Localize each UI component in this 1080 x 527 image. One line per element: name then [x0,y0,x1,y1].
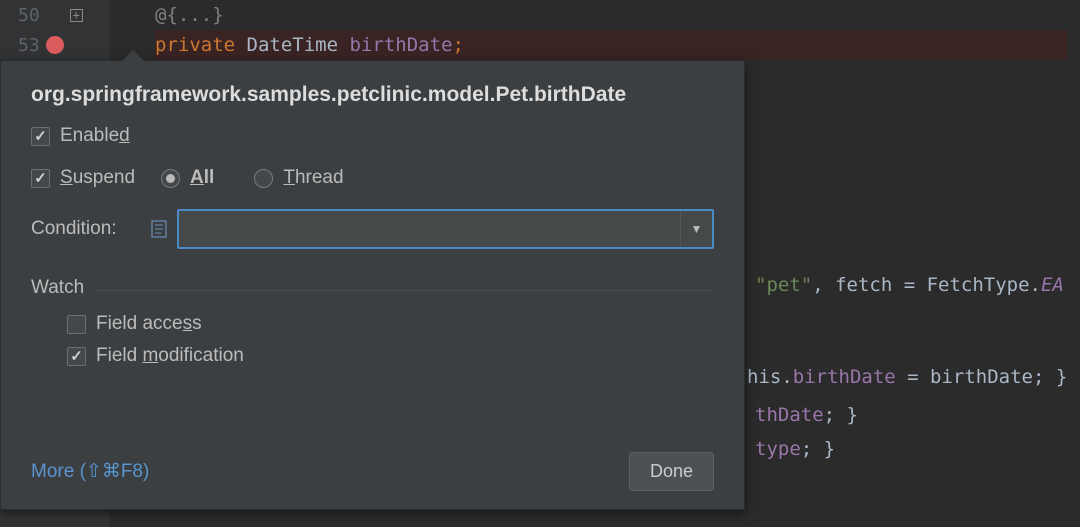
popup-footer: More (⇧⌘F8) Done [31,452,714,491]
condition-input[interactable] [179,211,680,247]
code-text: , fetch = FetchType. [812,274,1041,296]
done-button[interactable]: Done [629,452,714,491]
condition-label: Condition: [31,218,151,240]
code-text: ; } [824,404,858,426]
code-line-53: private DateTime birthDate; [155,30,1067,60]
condition-dropdown[interactable]: ▼ [680,211,712,247]
field-access-checkbox[interactable] [67,315,86,334]
identifier: birthDate [350,34,453,56]
breakpoint-popup: org.springframework.samples.petclinic.mo… [0,60,745,510]
field-modification-row: Field modification [31,345,714,367]
line-number: 50 [18,5,40,26]
enabled-checkbox[interactable] [31,127,50,146]
breakpoint-icon[interactable] [46,36,64,54]
suspend-radio-group: All Thread [161,167,344,189]
string-literal: "pet" [755,274,812,296]
field-access-label[interactable]: Field access [96,313,202,335]
field-modification-checkbox[interactable] [67,347,86,366]
folded-region[interactable]: @{...} [155,4,224,26]
mnemonic: d [119,125,130,146]
label-text: Field acce [96,313,183,334]
watch-title: Watch [31,277,714,299]
constant: EA [1041,274,1064,296]
gutter-line-53[interactable]: 53 [0,30,110,60]
label-text: ll [204,167,215,188]
gutter-line-50: 50 + [0,0,110,30]
mnemonic: m [142,345,158,366]
radio-thread-input[interactable] [254,169,273,188]
radio-all[interactable]: All [161,167,214,189]
fold-icon[interactable]: + [70,9,83,22]
label-text: hread [295,167,344,188]
mnemonic: A [190,167,204,188]
line-number: 53 [18,35,40,56]
label-text: odification [158,345,244,366]
label-text: Field [96,345,142,366]
history-icon[interactable] [151,220,169,238]
enabled-row: Enabled [31,125,714,147]
suspend-row: Suspend All Thread [31,167,714,189]
condition-row: Condition: ▼ [31,209,714,249]
label-text: uspend [73,167,135,188]
field-access-row: Field access [31,313,714,335]
more-link[interactable]: More (⇧⌘F8) [31,460,149,483]
popup-arrow [121,50,145,62]
identifier: birthDate [793,366,896,388]
enabled-label[interactable]: Enabled [60,125,130,147]
keyword: private [155,34,235,56]
mnemonic: S [60,167,73,188]
identifier: thDate [755,404,824,426]
radio-thread[interactable]: Thread [254,167,343,189]
breakpoint-title: org.springframework.samples.petclinic.mo… [31,83,714,107]
suspend-label[interactable]: Suspend [60,167,135,189]
mnemonic: T [283,167,295,188]
identifier: type [755,438,801,460]
radio-all-label: All [190,167,214,189]
label-text: Enable [60,125,119,146]
suspend-checkbox[interactable] [31,169,50,188]
code-text: his. [747,366,793,388]
field-modification-label[interactable]: Field modification [96,345,244,367]
type-name: DateTime [247,34,339,56]
semicolon: ; [452,34,463,56]
label-text: s [192,313,202,334]
code-line-50: @{...} [155,0,1067,30]
code-text: = birthDate; } [896,366,1068,388]
radio-all-input[interactable] [161,169,180,188]
radio-thread-label: Thread [283,167,343,189]
watch-section: Watch Field access Field modification [31,277,714,367]
code-text: ; } [801,438,835,460]
condition-input-wrapper: ▼ [177,209,714,249]
mnemonic: s [183,313,193,334]
